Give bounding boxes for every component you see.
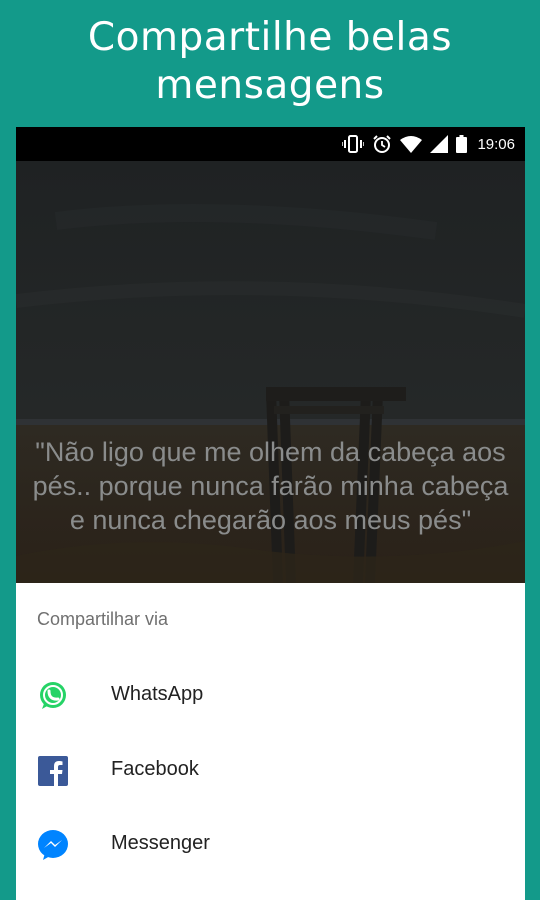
share-sheet: Compartilhar via WhatsApp Facebook Messe…	[16, 583, 525, 900]
wifi-icon	[400, 135, 423, 153]
promo-title: Compartilhe belas mensagens	[0, 14, 540, 110]
promo-title-line2: mensagens	[155, 63, 385, 108]
battery-icon	[456, 135, 468, 153]
share-item-label: Messenger	[111, 832, 210, 854]
quote-text: "Não ligo que me olhem da cabeça aos pés…	[32, 437, 509, 535]
status-time: 19:06	[477, 135, 515, 153]
share-item-label: Facebook	[111, 758, 199, 780]
promo-title-line1: Compartilhe belas	[87, 15, 453, 60]
phone-screen: 19:06 "Não ligo que me olhem da cabeça a…	[16, 127, 525, 900]
share-sheet-title: Compartilhar via	[37, 609, 169, 629]
alarm-icon	[372, 134, 392, 154]
vibrate-icon	[342, 135, 365, 153]
share-item-facebook[interactable]: Facebook	[16, 734, 525, 806]
share-item-label: WhatsApp	[111, 683, 204, 705]
share-item-messenger[interactable]: Messenger	[16, 808, 525, 880]
status-icons: 19:06	[342, 127, 515, 161]
signal-icon	[430, 135, 449, 153]
status-bar: 19:06	[16, 127, 525, 161]
messenger-icon	[37, 829, 69, 861]
share-item-whatsapp[interactable]: WhatsApp	[16, 660, 525, 732]
whatsapp-icon	[37, 680, 69, 712]
facebook-icon	[37, 755, 69, 787]
quote-wallpaper: "Não ligo que me olhem da cabeça aos pés…	[16, 161, 525, 583]
